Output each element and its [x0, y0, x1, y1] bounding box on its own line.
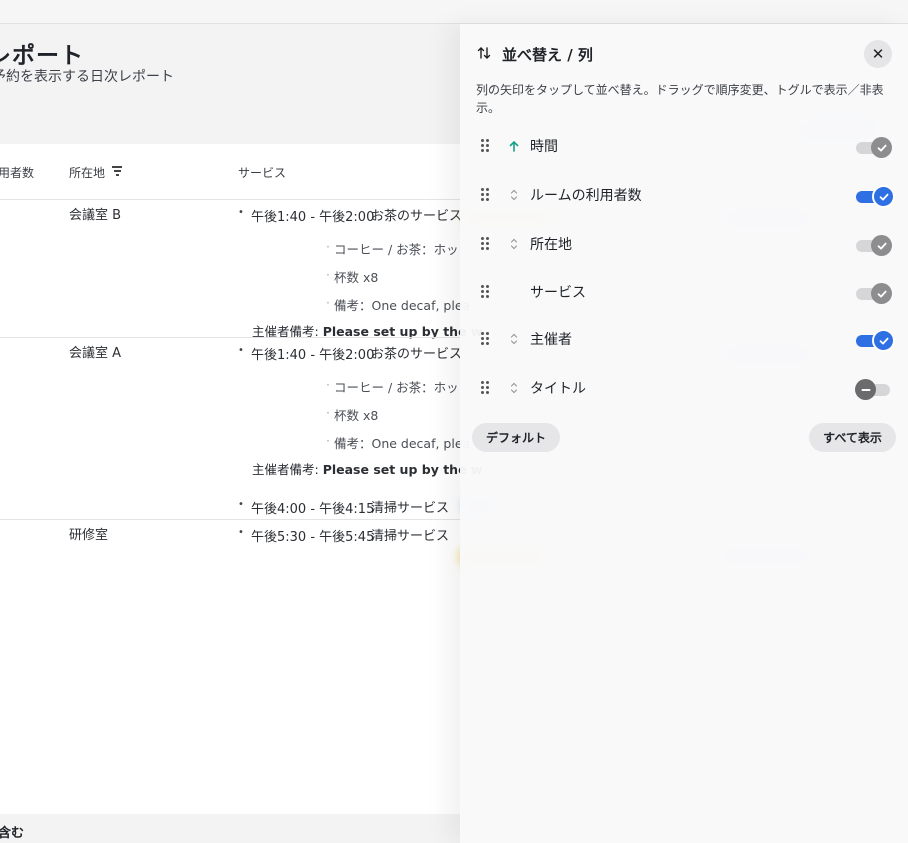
service-detail: 備考：One decaf, plea: [326, 295, 470, 314]
column-item[interactable]: 時間: [460, 127, 908, 167]
drag-handle-icon[interactable]: [480, 237, 490, 251]
visibility-toggle[interactable]: [855, 379, 892, 400]
visibility-toggle[interactable]: [856, 329, 895, 352]
sort-unsorted-icon[interactable]: [508, 187, 520, 203]
close-button[interactable]: ✕: [864, 40, 892, 68]
service-detail: 杯数 x8: [326, 267, 378, 286]
service-time: 午後1:40 - 午後2:00: [238, 206, 374, 225]
sort-unsorted-icon[interactable]: [508, 236, 520, 252]
sort-unsorted-icon[interactable]: [508, 331, 520, 347]
service-detail: 杯数 x8: [326, 405, 378, 424]
drag-handle-icon[interactable]: [480, 188, 490, 202]
column-item-label: ルームの利用者数: [530, 188, 642, 204]
show-all-button[interactable]: すべて表示: [809, 423, 896, 452]
column-item-label: 時間: [530, 139, 558, 155]
visibility-toggle[interactable]: [856, 185, 895, 208]
drag-handle-icon[interactable]: [480, 285, 490, 299]
page-subtitle: 予約を表示する日次レポート: [0, 69, 174, 85]
sort-arrows-icon: [477, 47, 491, 59]
footer-text: 含む: [0, 826, 25, 841]
column-item-label: サービス: [530, 285, 586, 301]
service-detail: コーヒー / お茶：ホッ: [326, 239, 459, 258]
visibility-toggle[interactable]: [856, 283, 892, 304]
service-detail: 備考：One decaf, plea: [326, 433, 470, 452]
service-name: お茶のサービス: [371, 209, 463, 224]
check-icon: [871, 235, 892, 256]
check-icon: [872, 329, 895, 352]
host-note: 主催者備考: Please set up by the w: [252, 462, 483, 477]
service-time: 午後5:30 - 午後5:45: [238, 526, 374, 545]
drag-handle-icon[interactable]: [480, 332, 490, 346]
drag-handle-icon[interactable]: [480, 381, 490, 395]
sort-unsorted-icon[interactable]: [508, 380, 520, 396]
service-name: 清掃サービス: [371, 501, 450, 516]
column-item[interactable]: 主催者: [460, 320, 908, 360]
column-item[interactable]: ルームの利用者数: [460, 176, 908, 216]
minus-icon: [855, 379, 876, 400]
check-icon: [871, 283, 892, 304]
column-header-users[interactable]: 用者数: [0, 164, 34, 181]
check-icon: [872, 185, 895, 208]
arrow-up-icon[interactable]: [508, 138, 520, 154]
column-item[interactable]: タイトル: [460, 369, 908, 409]
row-location: 会議室 A: [69, 346, 122, 361]
service-detail: コーヒー / お茶：ホッ: [326, 377, 459, 396]
column-item-label: 主催者: [530, 332, 572, 348]
service-time: 午後4:00 - 午後4:15: [238, 498, 374, 517]
row-location: 研修室: [69, 528, 109, 543]
page-title: レポート: [0, 43, 84, 69]
panel-description: 列の矢印をタップして並べ替え。ドラッグで順序変更、トグルで表示／非表示。: [476, 83, 884, 115]
column-header-location[interactable]: 所在地: [69, 164, 105, 181]
default-button[interactable]: デフォルト: [472, 423, 560, 452]
drag-handle-icon[interactable]: [480, 139, 490, 153]
close-icon: ✕: [871, 45, 885, 63]
panel-title: 並べ替え / 列: [502, 46, 593, 64]
column-item[interactable]: サービス: [460, 273, 908, 313]
service-name: お茶のサービス: [371, 347, 463, 362]
check-icon: [871, 137, 892, 158]
column-item[interactable]: 所在地: [460, 225, 908, 265]
filter-icon[interactable]: [112, 166, 122, 176]
service-name: 清掃サービス: [371, 529, 450, 544]
sort-columns-panel: 並べ替え / 列 ✕ 列の矢印をタップして並べ替え。ドラッグで順序変更、トグルで…: [460, 24, 908, 843]
column-item-label: 所在地: [530, 237, 572, 253]
visibility-toggle[interactable]: [856, 137, 892, 158]
row-location: 会議室 B: [69, 208, 122, 223]
column-item-label: タイトル: [530, 381, 586, 397]
service-time: 午後1:40 - 午後2:00: [238, 344, 374, 363]
top-bar: [0, 0, 908, 24]
column-header-service[interactable]: サービス: [238, 164, 286, 181]
visibility-toggle[interactable]: [856, 235, 892, 256]
